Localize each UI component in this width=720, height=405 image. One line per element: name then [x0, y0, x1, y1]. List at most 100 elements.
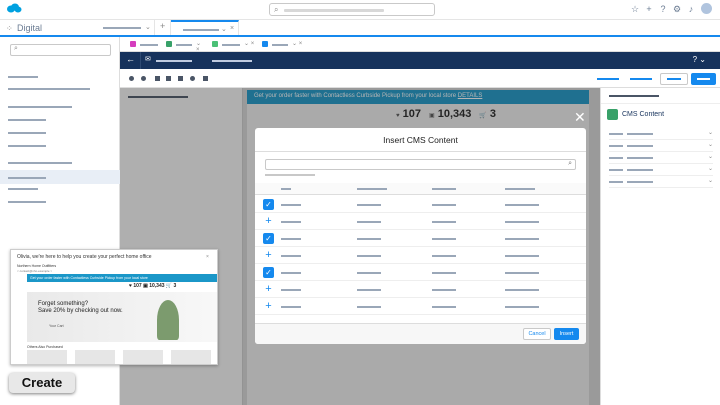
- nav-tab-1[interactable]: ⌄: [95, 20, 155, 35]
- cms-row[interactable]: ⌄: [609, 177, 713, 188]
- chevron-down-icon[interactable]: ⌄: [708, 153, 713, 160]
- thumbnail-cart-link: Your Cart: [49, 324, 64, 328]
- checkmark-icon[interactable]: ✓: [263, 233, 274, 244]
- thumbnail-headline: Forget something? Save 20% by checking ou…: [38, 301, 123, 314]
- table-row[interactable]: +: [255, 213, 586, 230]
- subtab-2[interactable]: ⌄ ×: [166, 41, 206, 53]
- help-icon[interactable]: ? ⌄: [693, 55, 706, 64]
- chevron-down-icon[interactable]: ⌄: [145, 23, 151, 31]
- toolbar-button[interactable]: [660, 73, 688, 85]
- table-row[interactable]: ✓: [255, 230, 586, 247]
- header-icons: ☆ + ? ⚙ ♪: [631, 3, 712, 15]
- insert-cms-modal: Insert CMS Content ⌕ ✓ + ✓ + ✓ + + Cancel Inse…: [255, 128, 586, 344]
- list-item[interactable]: [8, 188, 38, 190]
- product-image: [171, 350, 211, 364]
- back-arrow-icon[interactable]: ←: [126, 54, 135, 64]
- close-icon[interactable]: ×: [230, 25, 234, 32]
- table-row[interactable]: ✓: [255, 196, 586, 213]
- subtab-3[interactable]: ⌄ ×: [212, 41, 258, 49]
- table-cell: [357, 221, 381, 223]
- setup-gear-icon[interactable]: ⚙: [673, 3, 681, 15]
- chevron-down-icon[interactable]: ⌄: [221, 25, 227, 33]
- table-cell: [432, 306, 456, 308]
- tool-icon[interactable]: [155, 76, 160, 81]
- cms-panel: CMS Content ⌄ ⌄ ⌄ ⌄ ⌄: [600, 88, 720, 405]
- table-cell: [505, 204, 539, 206]
- chevron-down-icon[interactable]: ⌄: [708, 129, 713, 136]
- toolbar-link[interactable]: [630, 78, 652, 80]
- toolbar-link[interactable]: [597, 78, 619, 80]
- cancel-button[interactable]: Cancel: [523, 328, 551, 340]
- list-item[interactable]: [8, 119, 46, 121]
- thumbnail-from-sub: < contact@nho.example >: [17, 269, 53, 273]
- tool-icon[interactable]: [203, 76, 208, 81]
- chevron-down-icon[interactable]: ⌄: [708, 141, 713, 148]
- list-item[interactable]: [8, 132, 46, 134]
- add-icon[interactable]: +: [645, 3, 653, 15]
- favorites-icon[interactable]: ☆: [631, 3, 639, 15]
- subtab-1[interactable]: [130, 41, 164, 49]
- tool-icon[interactable]: [190, 76, 195, 81]
- list-item[interactable]: [8, 162, 72, 164]
- app-name: Digital: [17, 23, 43, 33]
- list-item[interactable]: [8, 177, 46, 179]
- subtab-4[interactable]: ⌄ ×: [262, 41, 304, 49]
- chevron-down-icon[interactable]: ⌄ ×: [244, 40, 254, 47]
- table-cell: [505, 238, 539, 240]
- search-icon: ⌕: [568, 160, 572, 167]
- list-item[interactable]: [8, 106, 72, 108]
- app-launcher-icon[interactable]: ⁘: [6, 24, 13, 33]
- chevron-down-icon[interactable]: ⌄: [708, 177, 713, 184]
- table-cell: [432, 255, 456, 257]
- table-row[interactable]: +: [255, 247, 586, 264]
- table-cell: [357, 306, 381, 308]
- global-search-input[interactable]: ⌕: [269, 3, 435, 16]
- chevron-down-icon[interactable]: ⌄: [708, 165, 713, 172]
- list-item[interactable]: [8, 145, 46, 147]
- email-icon: ✉: [145, 56, 151, 63]
- notifications-bell-icon[interactable]: ♪: [687, 3, 695, 15]
- list-item[interactable]: [8, 88, 90, 90]
- redo-icon[interactable]: [141, 76, 146, 81]
- product-image: [123, 350, 163, 364]
- add-icon[interactable]: +: [263, 301, 274, 312]
- table-row[interactable]: +: [255, 298, 586, 315]
- tool-icon[interactable]: [178, 76, 183, 81]
- help-icon[interactable]: ?: [659, 3, 667, 15]
- avatar[interactable]: [701, 3, 712, 14]
- toolbar-primary-button[interactable]: [691, 73, 716, 85]
- cms-row[interactable]: ⌄: [609, 165, 713, 176]
- list-item[interactable]: [8, 76, 38, 78]
- subtab-bar: ⌄ × ⌄ × ⌄ ×: [120, 37, 720, 53]
- list-item[interactable]: [8, 201, 46, 203]
- salesforce-cloud-icon[interactable]: [6, 3, 22, 14]
- left-search-input[interactable]: ⌕: [10, 44, 111, 56]
- cms-row[interactable]: ⌄: [609, 141, 713, 152]
- thumbnail-hero-image: [27, 292, 217, 342]
- add-icon[interactable]: +: [263, 216, 274, 227]
- product-image: [27, 350, 67, 364]
- add-icon[interactable]: +: [263, 284, 274, 295]
- modal-close-icon[interactable]: ✕: [574, 109, 586, 126]
- insert-button[interactable]: Insert: [554, 328, 579, 340]
- add-icon[interactable]: +: [263, 250, 274, 261]
- chevron-down-icon[interactable]: ⌄ ×: [292, 40, 302, 47]
- undo-icon[interactable]: [129, 76, 134, 81]
- tool-icon[interactable]: [166, 76, 171, 81]
- table-cell: [432, 238, 456, 240]
- nav-tab-active[interactable]: ⌄ ×: [171, 20, 239, 35]
- cms-row[interactable]: ⌄: [609, 153, 713, 164]
- table-cell: [432, 204, 456, 206]
- checkmark-icon[interactable]: ✓: [263, 267, 274, 278]
- checkmark-icon[interactable]: ✓: [263, 199, 274, 210]
- table-row[interactable]: +: [255, 281, 586, 298]
- table-cell: [432, 221, 456, 223]
- thumbnail-stats: ♥ 107 ▣ 10,343 🛒 3: [129, 283, 177, 289]
- cms-row[interactable]: ⌄: [609, 129, 713, 140]
- editor-toolbar: [120, 69, 720, 88]
- close-icon[interactable]: ×: [206, 254, 209, 260]
- modal-search-input[interactable]: ⌕: [265, 159, 576, 170]
- table-cell: [281, 204, 301, 206]
- add-tab-button[interactable]: +: [155, 20, 171, 35]
- table-row[interactable]: ✓: [255, 264, 586, 281]
